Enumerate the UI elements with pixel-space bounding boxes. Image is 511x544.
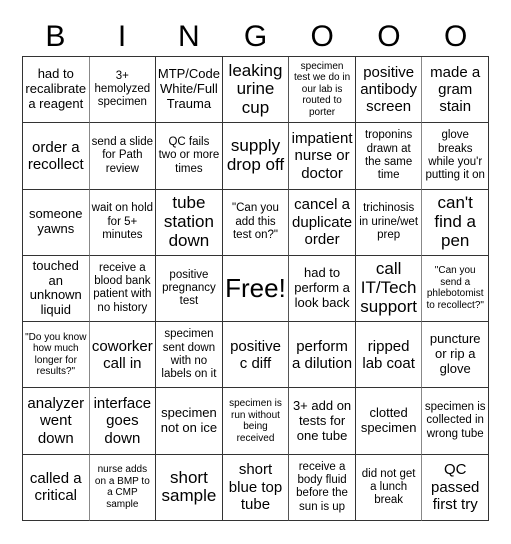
header-letter-g: G [243, 20, 268, 53]
bingo-cell[interactable]: had to recalibrate a reagent [23, 57, 90, 124]
bingo-cell[interactable]: troponins drawn at the same time [355, 123, 423, 190]
bingo-cell[interactable]: perform a dilution [289, 322, 356, 389]
bingo-cell[interactable]: analyzer went down [23, 388, 90, 455]
bingo-cell[interactable]: can't find a pen [422, 189, 489, 256]
bingo-cell[interactable]: 3+ hemolyzed specimen [89, 57, 157, 124]
free-space[interactable]: Free! [222, 255, 290, 323]
bingo-cell[interactable]: tube station down [156, 189, 223, 256]
bingo-cell[interactable]: trichinosis in urine/wet prep [355, 189, 423, 256]
bingo-cell[interactable]: leaking urine cup [222, 57, 290, 124]
bingo-cell[interactable]: short blue top tube [222, 454, 290, 521]
header-letter-o3: O [443, 20, 468, 53]
bingo-cell[interactable]: touched an unknown liquid [23, 255, 90, 323]
bingo-cell[interactable]: did not get a lunch break [355, 454, 423, 521]
bingo-cell[interactable]: specimen test we do in our lab is routed… [289, 57, 356, 124]
bingo-cell[interactable]: made a gram stain [422, 57, 489, 124]
bingo-board: had to recalibrate a reagent 3+ hemolyze… [22, 56, 489, 521]
bingo-cell[interactable]: specimen is run without being received [222, 388, 290, 455]
bingo-cell[interactable]: 3+ add on tests for one tube [289, 388, 356, 455]
bingo-cell[interactable]: called a critical [23, 454, 90, 521]
bingo-cell[interactable]: QC fails two or more times [156, 123, 223, 190]
bingo-cell[interactable]: receive a blood bank patient with no his… [89, 255, 157, 323]
bingo-cell[interactable]: specimen is collected in wrong tube [422, 388, 489, 455]
bingo-cell[interactable]: coworker call in [89, 322, 157, 389]
bingo-cell[interactable]: nurse adds on a BMP to a CMP sample [89, 454, 157, 521]
bingo-cell[interactable]: supply drop off [222, 123, 290, 190]
bingo-cell[interactable]: send a slide for Path review [89, 123, 157, 190]
bingo-cell[interactable]: QC passed first try [422, 454, 489, 521]
bingo-cell[interactable]: "Do you know how much longer for results… [23, 322, 90, 389]
bingo-cell[interactable]: short sample [156, 454, 223, 521]
bingo-cell[interactable]: impatient nurse or doctor [289, 123, 356, 190]
bingo-cell[interactable]: clotted specimen [355, 388, 423, 455]
bingo-cell[interactable]: had to perform a look back [289, 255, 356, 323]
bingo-cell[interactable]: ripped lab coat [355, 322, 423, 389]
bingo-cell[interactable]: specimen not on ice [156, 388, 223, 455]
bingo-cell[interactable]: interface goes down [89, 388, 157, 455]
bingo-cell[interactable]: receive a body fluid before the sun is u… [289, 454, 356, 521]
header-letter-o2: O [377, 20, 401, 53]
bingo-header: B I N G O O O [22, 18, 489, 56]
bingo-cell[interactable]: cancel a duplicate order [289, 189, 356, 256]
bingo-cell[interactable]: wait on hold for 5+ minutes [89, 189, 157, 256]
bingo-cell[interactable]: positive pregnancy test [156, 255, 223, 323]
bingo-cell[interactable]: positive c diff [222, 322, 290, 389]
bingo-cell[interactable]: order a recollect [23, 123, 90, 190]
header-letter-o1: O [310, 20, 334, 53]
bingo-cell[interactable]: positive antibody screen [355, 57, 423, 124]
bingo-cell[interactable]: MTP/Code White/Full Trauma [156, 57, 223, 124]
header-letter-n: N [177, 20, 200, 53]
bingo-cell[interactable]: call IT/Tech support [355, 255, 423, 323]
bingo-cell[interactable]: puncture or rip a glove [422, 322, 489, 389]
bingo-cell[interactable]: someone yawns [23, 189, 90, 256]
bingo-cell[interactable]: specimen sent down with no labels on it [156, 322, 223, 389]
bingo-cell[interactable]: "Can you send a phlebotomist to recollec… [422, 255, 489, 323]
bingo-cell[interactable]: glove breaks while you'r putting it on [422, 123, 489, 190]
header-letter-b: B [45, 20, 66, 53]
header-letter-i: I [117, 20, 127, 53]
bingo-cell[interactable]: "Can you add this test on?" [222, 189, 290, 256]
